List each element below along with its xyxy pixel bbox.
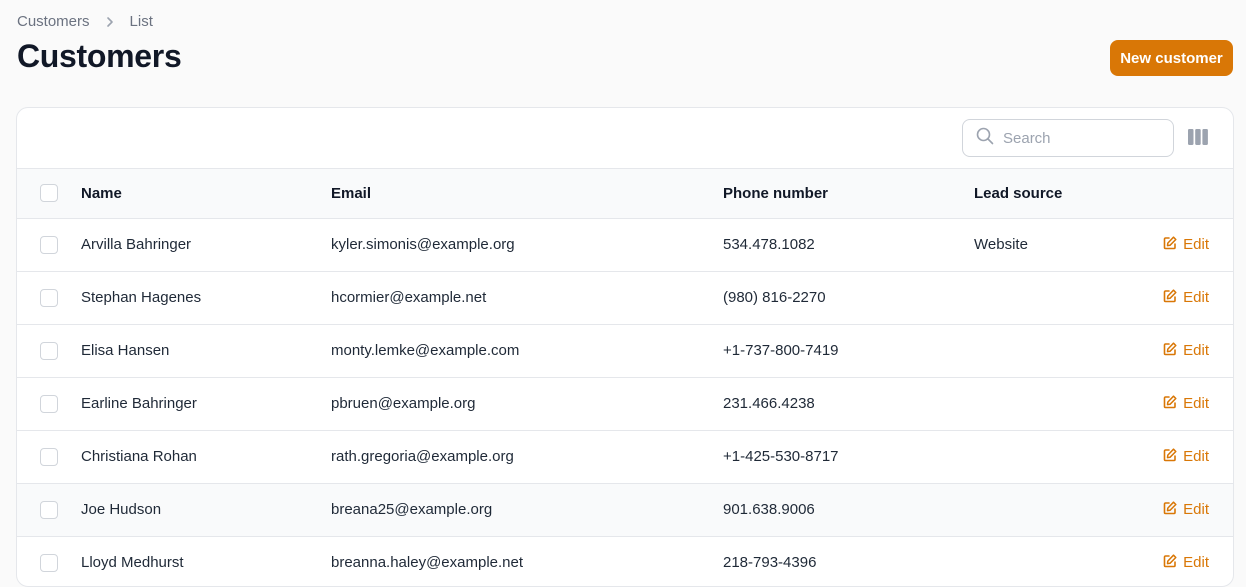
customer-lead-source bbox=[974, 377, 1114, 431]
customer-phone: 901.638.9006 bbox=[723, 483, 974, 537]
row-checkbox[interactable] bbox=[40, 447, 58, 466]
customer-email: breanna.haley@example.net bbox=[331, 536, 723, 586]
edit-label: Edit bbox=[1183, 236, 1209, 253]
breadcrumb: Customers List bbox=[17, 13, 153, 30]
customer-lead-source: Website bbox=[974, 218, 1114, 272]
customer-lead-source bbox=[974, 536, 1114, 586]
edit-label: Edit bbox=[1183, 395, 1209, 412]
edit-icon bbox=[1163, 500, 1177, 519]
table-row[interactable]: Christiana Rohan rath.gregoria@example.o… bbox=[17, 430, 1233, 484]
breadcrumb-item-customers[interactable]: Customers bbox=[17, 13, 90, 30]
breadcrumb-item-list: List bbox=[129, 13, 153, 30]
customer-name: Arvilla Bahringer bbox=[81, 218, 331, 272]
edit-label: Edit bbox=[1183, 501, 1209, 518]
customer-lead-source bbox=[974, 430, 1114, 484]
row-checkbox[interactable] bbox=[40, 341, 58, 360]
row-checkbox[interactable] bbox=[40, 394, 58, 413]
page-title: Customers bbox=[17, 38, 182, 74]
customer-email: breana25@example.org bbox=[331, 483, 723, 537]
search-box[interactable] bbox=[962, 119, 1174, 157]
customer-lead-source bbox=[974, 271, 1114, 325]
row-checkbox[interactable] bbox=[40, 288, 58, 307]
edit-icon bbox=[1163, 288, 1177, 307]
customer-email: rath.gregoria@example.org bbox=[331, 430, 723, 484]
customer-name: Stephan Hagenes bbox=[81, 271, 331, 325]
edit-label: Edit bbox=[1183, 448, 1209, 465]
table-row[interactable]: Stephan Hagenes hcormier@example.net (98… bbox=[17, 271, 1233, 325]
edit-label: Edit bbox=[1183, 342, 1209, 359]
row-checkbox[interactable] bbox=[40, 235, 58, 254]
customer-email: pbruen@example.org bbox=[331, 377, 723, 431]
table-row[interactable]: Joe Hudson breana25@example.org 901.638.… bbox=[17, 483, 1233, 537]
column-header-email[interactable]: Email bbox=[331, 169, 723, 219]
customer-email: hcormier@example.net bbox=[331, 271, 723, 325]
customer-lead-source bbox=[974, 483, 1114, 537]
customer-phone: +1-425-530-8717 bbox=[723, 430, 974, 484]
row-checkbox[interactable] bbox=[40, 553, 58, 572]
search-input[interactable] bbox=[1003, 129, 1153, 147]
table-row[interactable]: Arvilla Bahringer kyler.simonis@example.… bbox=[17, 218, 1233, 272]
edit-button[interactable]: Edit bbox=[1163, 553, 1209, 572]
chevron-right-icon bbox=[104, 16, 116, 28]
customer-email: kyler.simonis@example.org bbox=[331, 218, 723, 272]
table-header-row: Name Email Phone number Lead source bbox=[17, 169, 1233, 219]
columns-icon[interactable] bbox=[1188, 129, 1208, 147]
edit-button[interactable]: Edit bbox=[1163, 447, 1209, 466]
edit-button[interactable]: Edit bbox=[1163, 394, 1209, 413]
edit-icon bbox=[1163, 447, 1177, 466]
edit-icon bbox=[1163, 235, 1177, 254]
select-all-checkbox[interactable] bbox=[40, 184, 58, 203]
customer-phone: 218-793-4396 bbox=[723, 536, 974, 586]
customer-phone: 231.466.4238 bbox=[723, 377, 974, 431]
edit-button[interactable]: Edit bbox=[1163, 341, 1209, 360]
table-row[interactable]: Elisa Hansen monty.lemke@example.com +1-… bbox=[17, 324, 1233, 378]
edit-button[interactable]: Edit bbox=[1163, 288, 1209, 307]
search-icon bbox=[976, 127, 994, 150]
new-customer-button[interactable]: New customer bbox=[1110, 40, 1233, 76]
edit-icon bbox=[1163, 394, 1177, 413]
customers-table-card: Name Email Phone number Lead source Arvi… bbox=[16, 107, 1234, 587]
customer-name: Lloyd Medhurst bbox=[81, 536, 331, 586]
customer-phone: (980) 816-2270 bbox=[723, 271, 974, 325]
customer-name: Elisa Hansen bbox=[81, 324, 331, 378]
customers-table: Name Email Phone number Lead source Arvi… bbox=[17, 169, 1233, 586]
customer-phone: 534.478.1082 bbox=[723, 218, 974, 272]
customer-name: Earline Bahringer bbox=[81, 377, 331, 431]
column-header-name[interactable]: Name bbox=[81, 169, 331, 219]
customer-email: monty.lemke@example.com bbox=[331, 324, 723, 378]
table-toolbar bbox=[17, 108, 1233, 169]
customer-name: Christiana Rohan bbox=[81, 430, 331, 484]
edit-icon bbox=[1163, 553, 1177, 572]
customer-lead-source bbox=[974, 324, 1114, 378]
column-header-lead-source[interactable]: Lead source bbox=[974, 169, 1114, 219]
edit-label: Edit bbox=[1183, 289, 1209, 306]
column-header-phone[interactable]: Phone number bbox=[723, 169, 974, 219]
edit-label: Edit bbox=[1183, 554, 1209, 571]
edit-button[interactable]: Edit bbox=[1163, 500, 1209, 519]
edit-button[interactable]: Edit bbox=[1163, 235, 1209, 254]
customer-phone: +1-737-800-7419 bbox=[723, 324, 974, 378]
row-checkbox[interactable] bbox=[40, 500, 58, 519]
table-row[interactable]: Lloyd Medhurst breanna.haley@example.net… bbox=[17, 536, 1233, 586]
customer-name: Joe Hudson bbox=[81, 483, 331, 537]
edit-icon bbox=[1163, 341, 1177, 360]
table-row[interactable]: Earline Bahringer pbruen@example.org 231… bbox=[17, 377, 1233, 431]
